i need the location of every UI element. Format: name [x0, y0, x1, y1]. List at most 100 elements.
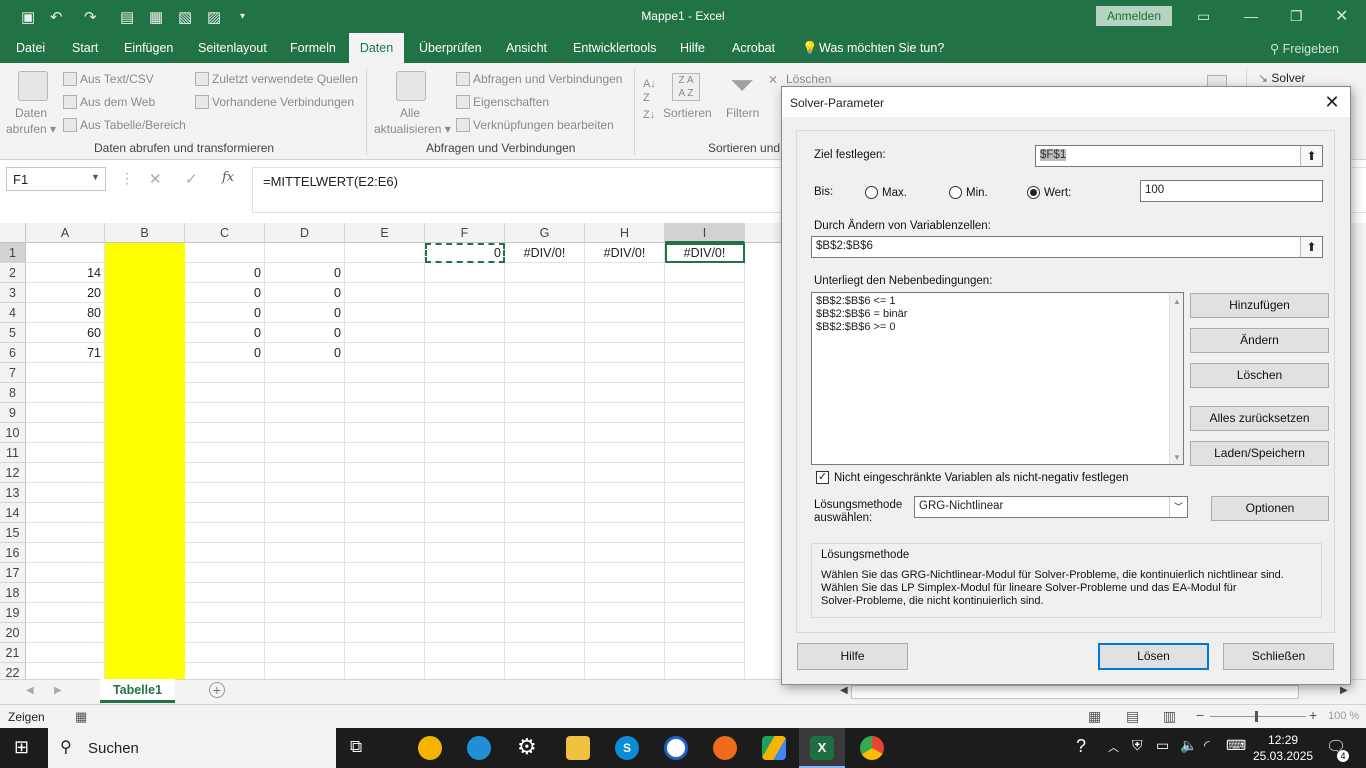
value-input[interactable]: 100: [1140, 180, 1323, 202]
cell-f15[interactable]: [425, 523, 505, 543]
cell-e2[interactable]: [345, 263, 425, 283]
existing-connections-button[interactable]: Vorhandene Verbindungen: [212, 95, 354, 109]
change-constraint-button[interactable]: Ändern: [1190, 328, 1329, 353]
cell-a2[interactable]: 14: [26, 263, 105, 283]
cell-c3[interactable]: 0: [185, 283, 265, 303]
excel-taskbar-button[interactable]: X: [799, 728, 845, 768]
cell-a12[interactable]: [26, 463, 105, 483]
cell-e13[interactable]: [345, 483, 425, 503]
refresh-all-label[interactable]: Alle: [400, 106, 420, 120]
tab-hilfe[interactable]: Hilfe: [680, 41, 705, 55]
column-header-i[interactable]: I: [665, 223, 745, 243]
teamviewer-icon[interactable]: [664, 736, 688, 760]
scroll-left-icon[interactable]: ◀: [840, 685, 848, 696]
cell-g8[interactable]: [505, 383, 585, 403]
cell-a3[interactable]: 20: [26, 283, 105, 303]
row-header[interactable]: 21: [0, 643, 26, 663]
get-data-label[interactable]: Daten: [15, 106, 47, 120]
cell-c9[interactable]: [185, 403, 265, 423]
column-header-d[interactable]: D: [265, 223, 345, 243]
cell-c2[interactable]: 0: [185, 263, 265, 283]
collapse-ref-icon[interactable]: ⬆: [1300, 146, 1322, 166]
filter-button[interactable]: Filtern: [726, 106, 759, 120]
cell-c5[interactable]: 0: [185, 323, 265, 343]
macro-record-icon[interactable]: ▦: [75, 709, 87, 725]
cell-c16[interactable]: [185, 543, 265, 563]
cell-d7[interactable]: [265, 363, 345, 383]
cell-c18[interactable]: [185, 583, 265, 603]
cell-e17[interactable]: [345, 563, 425, 583]
cell-i18[interactable]: [665, 583, 745, 603]
nonneg-checkbox[interactable]: ✓: [816, 471, 829, 484]
cell-d18[interactable]: [265, 583, 345, 603]
row-header[interactable]: 1: [0, 243, 26, 263]
cell-f3[interactable]: [425, 283, 505, 303]
scroll-right-icon[interactable]: ▶: [1340, 685, 1348, 696]
scroll-up-icon[interactable]: ▲: [1173, 295, 1181, 308]
cell-i10[interactable]: [665, 423, 745, 443]
constraint-item[interactable]: $B$2:$B$6 <= 1: [816, 295, 1183, 308]
cell-d2[interactable]: 0: [265, 263, 345, 283]
radio-max-label[interactable]: Max.: [882, 187, 907, 199]
page-layout-view-icon[interactable]: ▤: [1126, 708, 1139, 725]
row-header[interactable]: 13: [0, 483, 26, 503]
cell-h17[interactable]: [585, 563, 665, 583]
cell-f2[interactable]: [425, 263, 505, 283]
cell-g12[interactable]: [505, 463, 585, 483]
cell-a9[interactable]: [26, 403, 105, 423]
zoom-out-icon[interactable]: −: [1196, 707, 1204, 723]
constraints-scrollbar[interactable]: ▲ ▼: [1169, 293, 1183, 464]
clock[interactable]: 12:29 25.03.2025: [1253, 732, 1313, 764]
zoom-in-icon[interactable]: +: [1309, 707, 1317, 723]
cell-a10[interactable]: [26, 423, 105, 443]
chevron-down-icon[interactable]: ﹀: [1169, 497, 1187, 517]
column-header-a[interactable]: A: [26, 223, 105, 243]
options-button[interactable]: Optionen: [1211, 496, 1329, 521]
cell-d11[interactable]: [265, 443, 345, 463]
cell-g11[interactable]: [505, 443, 585, 463]
tab-einfuegen[interactable]: Einfügen: [124, 41, 173, 55]
cell-i20[interactable]: [665, 623, 745, 643]
cell-d4[interactable]: 0: [265, 303, 345, 323]
row-header[interactable]: 15: [0, 523, 26, 543]
nonneg-label[interactable]: Nicht eingeschränkte Variablen als nicht…: [834, 472, 1129, 484]
row-header[interactable]: 20: [0, 623, 26, 643]
get-data-label-2[interactable]: abrufen ▾: [6, 122, 56, 136]
signin-button[interactable]: Anmelden: [1096, 6, 1172, 26]
cell-e15[interactable]: [345, 523, 425, 543]
queries-connections-button[interactable]: Abfragen und Verbindungen: [473, 72, 622, 86]
cell-f11[interactable]: [425, 443, 505, 463]
method-select[interactable]: GRG-Nichtlinear ﹀: [914, 496, 1188, 518]
prev-sheet-icon[interactable]: ◀: [26, 685, 34, 696]
solver-button[interactable]: ↘ Solver: [1258, 71, 1305, 85]
tab-formeln[interactable]: Formeln: [290, 41, 336, 55]
horizontal-scrollbar-thumb[interactable]: [851, 685, 1299, 699]
zoom-level[interactable]: 100 %: [1328, 710, 1359, 722]
cell-h12[interactable]: [585, 463, 665, 483]
cell-h21[interactable]: [585, 643, 665, 663]
from-web-button[interactable]: Aus dem Web: [80, 95, 155, 109]
row-header[interactable]: 11: [0, 443, 26, 463]
cell-e3[interactable]: [345, 283, 425, 303]
cell-f18[interactable]: [425, 583, 505, 603]
row-header[interactable]: 9: [0, 403, 26, 423]
cell-a18[interactable]: [26, 583, 105, 603]
help-button[interactable]: Hilfe: [797, 643, 908, 670]
cell-e1[interactable]: [345, 243, 425, 263]
cell-d20[interactable]: [265, 623, 345, 643]
cell-c13[interactable]: [185, 483, 265, 503]
solve-button[interactable]: Lösen: [1098, 643, 1209, 670]
row-header[interactable]: 10: [0, 423, 26, 443]
cell-h6[interactable]: [585, 343, 665, 363]
cell-i15[interactable]: [665, 523, 745, 543]
radio-value[interactable]: [1027, 186, 1040, 199]
cell-g10[interactable]: [505, 423, 585, 443]
windows-start-icon[interactable]: ⊞: [14, 737, 29, 758]
cell-g19[interactable]: [505, 603, 585, 623]
cell-h19[interactable]: [585, 603, 665, 623]
cell-a11[interactable]: [26, 443, 105, 463]
cell-i1[interactable]: #DIV/0!: [665, 243, 745, 263]
show-hidden-icons[interactable]: ︿: [1108, 739, 1119, 755]
cell-i3[interactable]: [665, 283, 745, 303]
cell-d9[interactable]: [265, 403, 345, 423]
